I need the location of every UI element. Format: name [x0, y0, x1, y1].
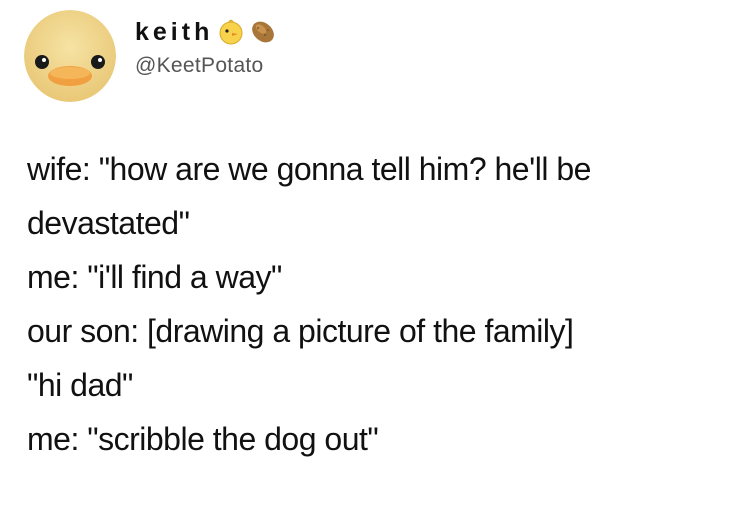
tweet-line: devastated" — [27, 205, 190, 241]
tweet-line: our son: [drawing a picture of the famil… — [27, 313, 574, 349]
tweet-line: me: "scribble the dog out" — [27, 421, 379, 457]
tweet-line: "hi dad" — [27, 367, 133, 403]
tweet-line: me: "i'll find a way" — [27, 259, 282, 295]
chick-icon — [217, 18, 245, 46]
tweet-body: wife: "how are we gonna tell him? he'll … — [27, 142, 727, 466]
author-handle[interactable]: @KeetPotato — [135, 54, 264, 78]
potato-icon — [249, 18, 277, 46]
tweet-line: wife: "how are we gonna tell him? he'll … — [27, 151, 591, 187]
display-name[interactable]: keith — [135, 14, 213, 50]
tweet-card: keith @KeetPotato wife: "how are we gonn… — [0, 0, 750, 517]
duck-avatar-icon — [24, 10, 116, 102]
author-name-row: keith — [135, 14, 277, 50]
avatar[interactable] — [24, 10, 116, 102]
